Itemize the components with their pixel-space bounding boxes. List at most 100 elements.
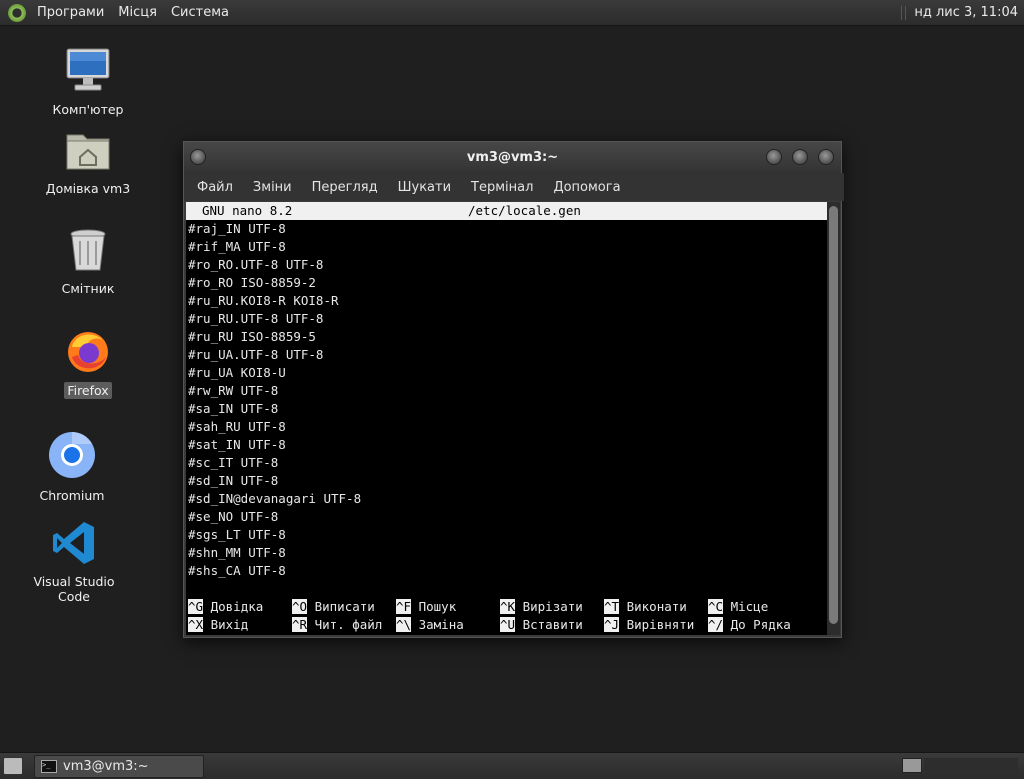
clock[interactable]: нд лис 3, 11:04	[914, 5, 1018, 20]
shortcut-label: Вирізати	[522, 599, 583, 614]
window-titlebar[interactable]: vm3@vm3:~	[184, 142, 841, 173]
nano-shortcut: ^U Вставити	[500, 616, 583, 634]
desktop-icon-trash[interactable]: Смітник	[33, 227, 143, 297]
scrollbar-thumb[interactable]	[829, 206, 838, 624]
nano-shortcut: ^O Виписати	[292, 598, 375, 616]
file-line: #rif_MA UTF-8	[188, 239, 286, 254]
trash-icon	[70, 229, 106, 271]
shortcut-label: Довідка	[210, 599, 264, 614]
desktop-icon-label: Visual Studio Code	[33, 574, 115, 604]
shortcut-key: ^G	[188, 599, 204, 614]
nano-shortcut: ^K Вирізати	[500, 598, 583, 616]
applications-menu[interactable]: Програми	[30, 5, 111, 20]
system-menu[interactable]: Система	[164, 5, 236, 20]
close-button[interactable]	[818, 149, 834, 165]
file-line: #shs_CA UTF-8	[188, 563, 286, 578]
shortcut-label: Заміна	[418, 617, 464, 632]
shortcut-label: Вирівняти	[626, 617, 695, 632]
nano-shortcut: ^F Пошук	[396, 598, 456, 616]
taskbar-item-label: vm3@vm3:~	[63, 759, 149, 774]
nano-shortcut: ^/ До Рядка	[708, 616, 791, 634]
show-desktop-icon[interactable]	[3, 757, 23, 775]
mate-logo-icon[interactable]	[8, 3, 26, 22]
desktop-icon-chromium[interactable]: Chromium	[17, 430, 127, 504]
shortcut-key: ^C	[708, 599, 724, 614]
desktop-icon-vscode[interactable]: Visual Studio Code	[19, 520, 129, 605]
file-line: #sa_IN UTF-8	[188, 401, 279, 416]
nano-filename: /etc/locale.gen	[468, 203, 581, 218]
shortcut-key: ^X	[188, 617, 204, 632]
computer-icon	[66, 48, 110, 91]
file-line: #ru_RU.KOI8-R KOI8-R	[188, 293, 339, 308]
file-line: #rw_RW UTF-8	[188, 383, 279, 398]
desktop-icon-label: Firefox	[64, 382, 112, 399]
file-content[interactable]: #raj_IN UTF-8 #rif_MA UTF-8 #ro_RO.UTF-8 U…	[188, 220, 361, 580]
terminal-area[interactable]: GNU nano 8.2 /etc/locale.gen #raj_IN UTF…	[186, 202, 827, 635]
shortcut-key: ^U	[500, 617, 516, 632]
shortcut-key: ^F	[396, 599, 412, 614]
top-panel: Програми Місця Система нд лис 3, 11:04	[0, 0, 1024, 26]
nano-shortcut: ^R Чит. файл	[292, 616, 382, 634]
workspace-2[interactable]	[924, 758, 1018, 771]
shortcut-key: ^O	[292, 599, 308, 614]
file-line: #sc_IT UTF-8	[188, 455, 279, 470]
file-line: #raj_IN UTF-8	[188, 221, 286, 236]
menu-terminal[interactable]: Термінал	[461, 180, 543, 195]
nano-shortcut: ^J Вирівняти	[604, 616, 694, 634]
shortcut-key: ^R	[292, 617, 308, 632]
file-line: #sd_IN UTF-8	[188, 473, 279, 488]
file-line: #se_NO UTF-8	[188, 509, 279, 524]
window-title: vm3@vm3:~	[466, 150, 559, 165]
shortcut-label: Вставити	[522, 617, 583, 632]
minimize-button[interactable]	[766, 149, 782, 165]
shortcut-label: Виконати	[626, 599, 687, 614]
menu-search[interactable]: Шукати	[388, 180, 461, 195]
nano-shortcut: ^X Вихід	[188, 616, 248, 634]
file-line: #ro_RO.UTF-8 UTF-8	[188, 257, 324, 272]
workspace-1[interactable]	[902, 758, 922, 773]
nano-shortcut: ^G Довідка	[188, 598, 263, 616]
file-line: #ro_RO ISO-8859-2	[188, 275, 316, 290]
shortcut-key: ^T	[604, 599, 620, 614]
nano-shortcut: ^T Виконати	[604, 598, 687, 616]
firefox-icon	[68, 332, 108, 372]
maximize-button[interactable]	[792, 149, 808, 165]
chromium-icon	[49, 432, 95, 478]
file-line: #shn_MM UTF-8	[188, 545, 286, 560]
shortcut-label: Виписати	[314, 599, 375, 614]
nano-header: GNU nano 8.2 /etc/locale.gen	[186, 202, 827, 220]
shortcut-key: ^\	[396, 617, 412, 632]
terminal-window[interactable]: vm3@vm3:~ Файл Зміни Перегляд Шукати Тер…	[183, 141, 844, 638]
desktop-icon-label: Смітник	[61, 281, 115, 296]
menu-edit[interactable]: Зміни	[243, 180, 302, 195]
desktop-icon-label: Комп'ютер	[52, 102, 124, 117]
nano-shortcuts: ^G Довідка ^O Виписати ^F Пошук ^K Вирізати…	[186, 598, 827, 634]
menu-view[interactable]: Перегляд	[302, 180, 388, 195]
window-menubar: Файл Зміни Перегляд Шукати Термінал Допо…	[184, 173, 844, 201]
taskbar-item-terminal[interactable]: >_ vm3@vm3:~	[34, 755, 204, 778]
desktop-icon-label: Chromium	[39, 488, 105, 503]
shortcut-label: Місце	[730, 599, 769, 614]
shortcut-key: ^K	[500, 599, 516, 614]
menu-help[interactable]: Допомога	[543, 180, 630, 195]
bottom-panel: >_ vm3@vm3:~	[0, 752, 1024, 779]
shortcut-label: Пошук	[418, 599, 457, 614]
file-line: #sat_IN UTF-8	[188, 437, 286, 452]
nano-shortcut: ^\ Заміна	[396, 616, 464, 634]
shortcut-key: ^/	[708, 617, 724, 632]
desktop-icon-home[interactable]: Домівка vm3	[33, 127, 143, 197]
desktop-icon-firefox[interactable]: Firefox	[33, 327, 143, 399]
desktop-icon-label: Домівка vm3	[45, 181, 131, 196]
file-line: #ru_UA.UTF-8 UTF-8	[188, 347, 324, 362]
menu-file[interactable]: Файл	[187, 180, 243, 195]
places-menu[interactable]: Місця	[111, 5, 164, 20]
file-line: #sah_RU UTF-8	[188, 419, 286, 434]
file-line: #ru_RU ISO-8859-5	[188, 329, 316, 344]
panel-handle	[901, 5, 907, 20]
nano-shortcut: ^C Місце	[708, 598, 768, 616]
panel-right: нд лис 3, 11:04	[901, 0, 1018, 25]
terminal-scrollbar[interactable]	[827, 202, 840, 635]
shortcut-label: Чит. файл	[314, 617, 383, 632]
desktop-icon-computer[interactable]: Комп'ютер	[33, 46, 143, 118]
file-line: #ru_RU.UTF-8 UTF-8	[188, 311, 324, 326]
